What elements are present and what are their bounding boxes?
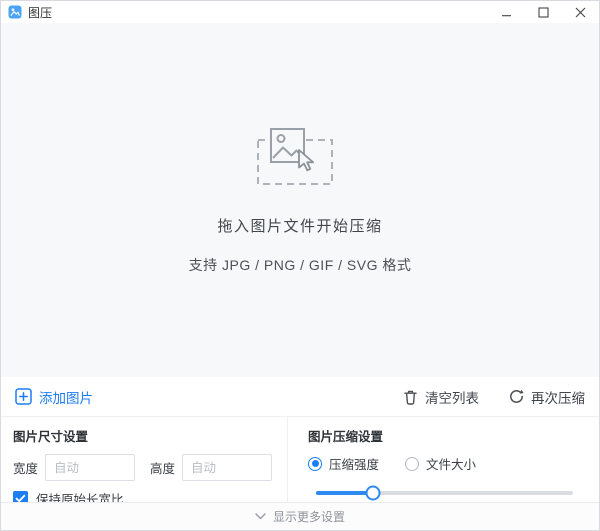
compression-settings-panel: 图片压缩设置 压缩强度 文件大小 1 2 3 [288, 417, 599, 502]
radio-unselected-icon [405, 457, 419, 471]
drop-target-icon [254, 126, 346, 188]
size-settings-panel: 图片尺寸设置 宽度 高度 保持原始长宽比 [1, 417, 288, 502]
drop-hint-primary: 拖入图片文件开始压缩 [217, 215, 382, 236]
slider-handle[interactable] [366, 486, 381, 501]
window-title: 图压 [28, 4, 52, 21]
window-controls [488, 1, 599, 23]
show-more-settings-toggle[interactable]: 显示更多设置 [1, 502, 599, 530]
maximize-icon [538, 7, 549, 18]
strength-label: 压缩强度 [329, 454, 379, 473]
toolbar-right-group: 清空列表 再次压缩 [403, 387, 585, 407]
close-button[interactable] [562, 1, 599, 23]
chevron-down-icon [255, 513, 266, 520]
size-settings-title: 图片尺寸设置 [13, 426, 277, 445]
show-more-settings-label: 显示更多设置 [273, 508, 345, 525]
radio-option-filesize[interactable]: 文件大小 [405, 454, 476, 473]
height-input[interactable] [182, 454, 272, 481]
filesize-label: 文件大小 [426, 454, 476, 473]
compression-settings-title: 图片压缩设置 [308, 426, 575, 445]
minimize-button[interactable] [488, 1, 525, 23]
clear-list-button[interactable]: 清空列表 [403, 387, 479, 407]
radio-option-strength[interactable]: 压缩强度 [308, 454, 379, 473]
slider-track[interactable] [316, 491, 573, 495]
drop-hint-formats: 支持 JPG / PNG / GIF / SVG 格式 [189, 255, 412, 275]
height-label: 高度 [150, 458, 175, 477]
settings-section: 图片尺寸设置 宽度 高度 保持原始长宽比 图片压缩设置 [1, 417, 599, 502]
app-window: 图压 [0, 0, 600, 531]
compress-again-button[interactable]: 再次压缩 [509, 387, 585, 407]
maximize-button[interactable] [525, 1, 562, 23]
size-inputs-row: 宽度 高度 [13, 454, 277, 481]
width-input[interactable] [45, 454, 135, 481]
minimize-icon [501, 7, 512, 18]
width-label: 宽度 [13, 458, 38, 477]
refresh-icon [509, 389, 524, 404]
slider-fill [316, 491, 373, 495]
trash-icon [403, 389, 418, 405]
add-images-button[interactable]: 添加图片 [15, 387, 93, 407]
clear-list-label: 清空列表 [425, 387, 479, 407]
radio-selected-icon [308, 457, 322, 471]
compress-again-label: 再次压缩 [531, 387, 585, 407]
add-plus-square-icon [15, 388, 32, 405]
titlebar: 图压 [1, 1, 599, 23]
compression-strength-slider[interactable] [316, 486, 573, 500]
compression-mode-row: 压缩强度 文件大小 [308, 454, 575, 473]
image-drop-zone[interactable]: 拖入图片文件开始压缩 支持 JPG / PNG / GIF / SVG 格式 [1, 23, 599, 377]
add-images-label: 添加图片 [39, 387, 93, 407]
close-icon [575, 7, 586, 18]
app-logo-icon [8, 5, 22, 19]
toolbar: 添加图片 清空列表 再次压缩 [1, 377, 599, 417]
